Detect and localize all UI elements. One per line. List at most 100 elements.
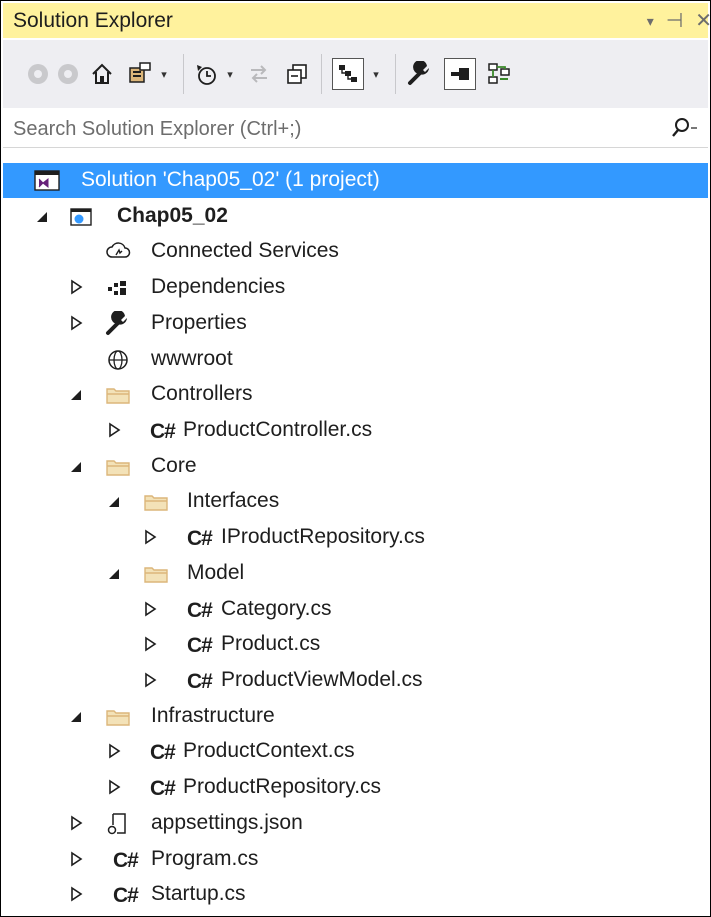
tree-item-appsettings[interactable]: appsettings.json [3,806,708,841]
expanded-arrow-icon[interactable] [69,458,83,474]
expanded-arrow-icon[interactable] [35,208,49,224]
collapsed-arrow-icon[interactable] [143,601,157,617]
tree-item-category[interactable]: C# Category.cs [3,592,708,627]
sync-arrows-icon [251,65,267,83]
switch-views-dropdown-icon[interactable]: ▾ [157,40,171,108]
expanded-arrow-icon[interactable] [69,708,83,724]
tree-item-iproductrepository[interactable]: C# IProductRepository.cs [3,520,708,555]
json-file-icon [107,813,126,835]
tree-item-properties[interactable]: Properties [3,306,708,341]
search-input[interactable] [13,117,633,141]
tree-item-label: ProductRepository.cs [183,775,382,798]
show-all-files-button[interactable] [329,40,367,108]
pending-changes-dropdown-icon[interactable]: ▾ [223,40,237,108]
show-all-files-icon [332,58,364,90]
tree-item-productcontext[interactable]: C# ProductContext.cs [3,734,708,769]
preview-icon [444,58,476,90]
tree-item-label: ProductContext.cs [183,739,355,762]
tree-item-wwwroot[interactable]: wwwroot [3,342,708,377]
csharp-file-icon: C# [187,599,213,622]
tree-item-core[interactable]: Core [3,449,708,484]
history-icon [197,65,216,85]
tree-item-label: ProductController.cs [183,418,373,441]
collapsed-arrow-icon[interactable] [69,279,83,295]
tree-item-dependencies[interactable]: Dependencies [3,270,708,305]
properties-button[interactable] [403,40,437,108]
csharp-file-icon: C# [187,527,213,550]
title-bar: Solution Explorer ▾ ⊣ ✕ [3,3,710,38]
dependencies-icon [108,281,126,295]
tree-item-controllers[interactable]: Controllers [3,377,708,412]
folder-icon [106,460,130,476]
tree-item-label: Chap05_02 [117,204,228,227]
tree-item-infrastructure[interactable]: Infrastructure [3,699,708,734]
class-diagram-button[interactable] [483,40,515,108]
collapsed-arrow-icon[interactable] [69,851,83,867]
wrench-icon [408,61,429,85]
diagram-icon [488,63,510,84]
back-button[interactable] [25,40,51,108]
tree-item-connected-services[interactable]: Connected Services [3,234,708,269]
tree-item-productrepository[interactable]: C# ProductRepository.cs [3,770,708,805]
forward-circle-icon [58,64,78,84]
close-icon[interactable]: ✕ [695,11,710,31]
tree-item-startup[interactable]: C# Startup.cs [3,877,708,912]
collapsed-arrow-icon[interactable] [107,779,121,795]
folder-icon [144,495,168,511]
collapsed-arrow-icon[interactable] [69,815,83,831]
tree-item-product[interactable]: C# Product.cs [3,627,708,662]
tree-item-label: Interfaces [187,489,280,512]
show-all-files-dropdown-icon[interactable]: ▾ [369,40,383,108]
tree-item-productcontroller[interactable]: C# ProductController.cs [3,413,708,448]
forward-button[interactable] [55,40,81,108]
collapsed-arrow-icon[interactable] [143,636,157,652]
csharp-file-icon: C# [187,670,213,693]
csharp-file-icon: C# [113,849,139,872]
preview-button[interactable] [441,40,479,108]
window-title: Solution Explorer [13,8,173,32]
tree-item-label: Product.cs [221,632,321,655]
search-bar [3,111,708,148]
tree-item-label: Connected Services [151,239,339,262]
folder-icon [106,710,130,726]
solution-icon [34,170,60,191]
tree-item-label: Program.cs [151,847,259,870]
tree-item-productviewmodel[interactable]: C# ProductViewModel.cs [3,663,708,698]
search-icon[interactable] [670,116,698,140]
collapsed-arrow-icon[interactable] [143,672,157,688]
tree-item-program[interactable]: C# Program.cs [3,842,708,877]
window-menu-dropdown-icon[interactable]: ▾ [647,14,654,28]
collapsed-arrow-icon[interactable] [107,743,121,759]
folder-icon [106,388,130,404]
tree-item-label: Dependencies [151,275,286,298]
tree-item-solution[interactable]: Solution 'Chap05_02' (1 project) [3,163,708,198]
tree-item-model[interactable]: Model [3,556,708,591]
pending-changes-button[interactable] [189,40,223,108]
collapsed-arrow-icon[interactable] [69,886,83,902]
collapsed-arrow-icon[interactable] [107,422,121,438]
tree-item-label: ProductViewModel.cs [221,668,423,691]
collapsed-arrow-icon[interactable] [69,315,83,331]
collapse-all-button[interactable] [281,40,313,108]
csharp-file-icon: C# [187,634,213,657]
expanded-arrow-icon[interactable] [107,565,121,581]
tree-item-label: Solution 'Chap05_02' (1 project) [81,168,380,191]
tree-item-label: IProductRepository.cs [221,525,425,548]
expanded-arrow-icon[interactable] [69,386,83,402]
tree-item-label: Category.cs [221,597,332,620]
tree-item-interfaces[interactable]: Interfaces [3,484,708,519]
tree-item-project[interactable]: Chap05_02 [3,199,708,234]
tree-item-label: Properties [151,311,247,334]
tree-item-label: Infrastructure [151,704,275,727]
sync-button[interactable] [243,40,275,108]
home-button[interactable] [87,40,117,108]
toolbar-separator [321,54,322,94]
collapsed-arrow-icon[interactable] [143,529,157,545]
expanded-arrow-icon[interactable] [107,493,121,509]
csharp-file-icon: C# [150,741,176,764]
switch-views-button[interactable] [123,40,157,108]
tree-item-label: wwwroot [151,347,233,370]
tree-item-label: appsettings.json [151,811,303,834]
home-icon [92,63,112,84]
pin-icon[interactable]: ⊣ [666,11,683,31]
